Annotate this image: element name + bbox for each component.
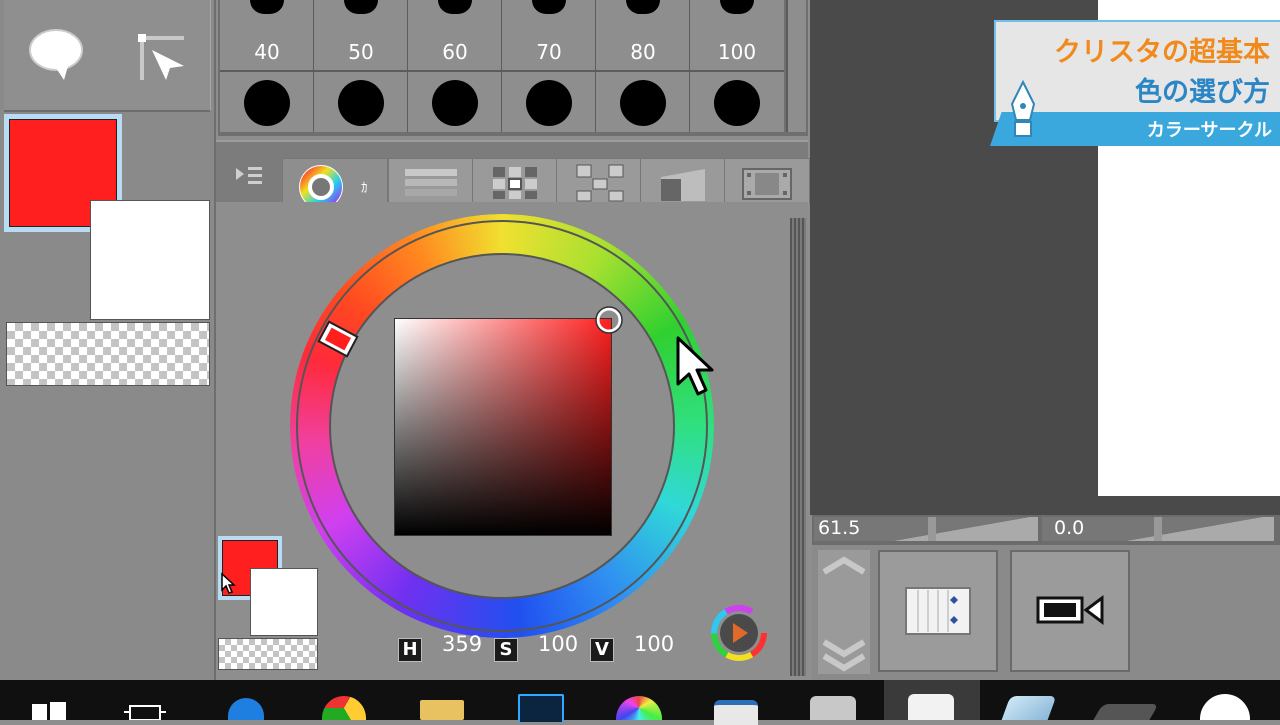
brush-size-cell[interactable]: 70 [502,0,596,132]
s-label: S [494,638,518,662]
brush-size-dot [714,80,760,126]
brush-size-dot [620,80,666,126]
video-caption: クリスタの超基本 色の選び方 カラーサークル [990,20,1280,146]
file-explorer-icon[interactable] [420,700,464,720]
brush-panel-scrollbar[interactable] [786,0,806,132]
color-history-icon [742,168,792,200]
brush-size-cell[interactable]: 50 [314,0,408,132]
rotate-value: 0.0 [1054,517,1085,539]
tab-color-history[interactable] [724,158,810,205]
v-value: 100 [634,632,675,656]
sv-selector-handle[interactable] [594,305,624,335]
navigator-slider-bar: 61.5 0.0 [812,515,1280,545]
window-icon[interactable] [714,700,758,725]
color-mode-toggle-icon[interactable] [710,604,768,662]
video-camera-icon [1036,595,1104,625]
tab-approximate-color[interactable] [640,158,726,205]
frame-settings-button[interactable] [878,550,998,672]
transparent-color-swatch[interactable] [6,322,210,386]
caption-line2: 色の選び方 [1135,77,1270,108]
mini-sub-color-swatch[interactable] [250,568,318,636]
brush-size-label: 70 [536,40,562,64]
hue-selector-handle[interactable] [316,320,360,358]
color-slider-icon [405,169,457,196]
brush-size-label: 80 [630,40,656,64]
panel-resize-bar[interactable] [790,218,806,676]
tab-color-slider[interactable] [388,158,474,205]
palette-tab-strip: ｶ [216,140,810,209]
brush-size-dot [338,80,384,126]
speech-balloon-icon[interactable] [26,26,90,82]
h-value: 359 [442,632,483,656]
brush-size-grid: 40 50 60 70 80 100 [220,0,784,132]
tab-marker: ｶ [361,181,368,196]
h-label: H [398,638,422,662]
photoshop-icon[interactable] [518,694,564,722]
brush-size-label: 100 [717,40,757,64]
caption-band-label: カラーサークル [1146,120,1272,141]
intermediate-color-icon [576,164,624,202]
tab-color-set[interactable] [472,158,558,205]
windows-start-icon[interactable] [32,702,66,720]
tablet-app-icon[interactable] [1093,704,1159,720]
zoom-slider-tick [928,517,936,541]
s-value: 100 [538,632,579,656]
brush-size-label: 40 [254,40,280,64]
swirl-app-icon[interactable] [810,696,856,720]
mini-transparent-swatch[interactable] [218,638,318,670]
v-label: V [590,638,614,662]
mouse-cursor-icon [676,336,714,396]
camera-button[interactable] [1010,550,1130,672]
brush-size-dot [526,80,572,126]
caption-line1: クリスタの超基本 [1054,37,1270,68]
brush-size-cell[interactable]: 100 [690,0,783,132]
tool-row [4,0,211,112]
clip-studio-icon[interactable] [908,694,954,720]
brush-size-cell[interactable]: 40 [220,0,314,132]
brush-size-label: 60 [442,40,468,64]
rotate-slider-tick [1154,517,1162,541]
scroll-arrows[interactable] [818,550,870,674]
brush-size-cell[interactable]: 60 [408,0,502,132]
approximate-color-icon [661,169,705,201]
brush-size-label: 50 [348,40,374,64]
eraser-app-icon[interactable] [1001,696,1057,720]
color-set-icon [493,167,537,199]
frame-strip-icon [905,587,971,635]
zoom-value: 61.5 [818,517,861,539]
sub-color-swatch[interactable] [90,200,210,320]
tab-intermediate-color[interactable] [556,158,642,205]
brush-size-dot [244,80,290,126]
object-select-icon[interactable] [132,30,192,84]
small-cursor-icon [221,572,236,594]
brush-size-dot [432,80,478,126]
task-view-icon[interactable] [124,704,166,720]
pen-nib-icon [1010,80,1036,137]
saturation-value-square[interactable] [394,318,612,536]
brush-size-cell[interactable]: 80 [596,0,690,132]
tab-color-circle[interactable]: ｶ [282,158,388,209]
palette-menu-icon[interactable] [234,164,264,188]
